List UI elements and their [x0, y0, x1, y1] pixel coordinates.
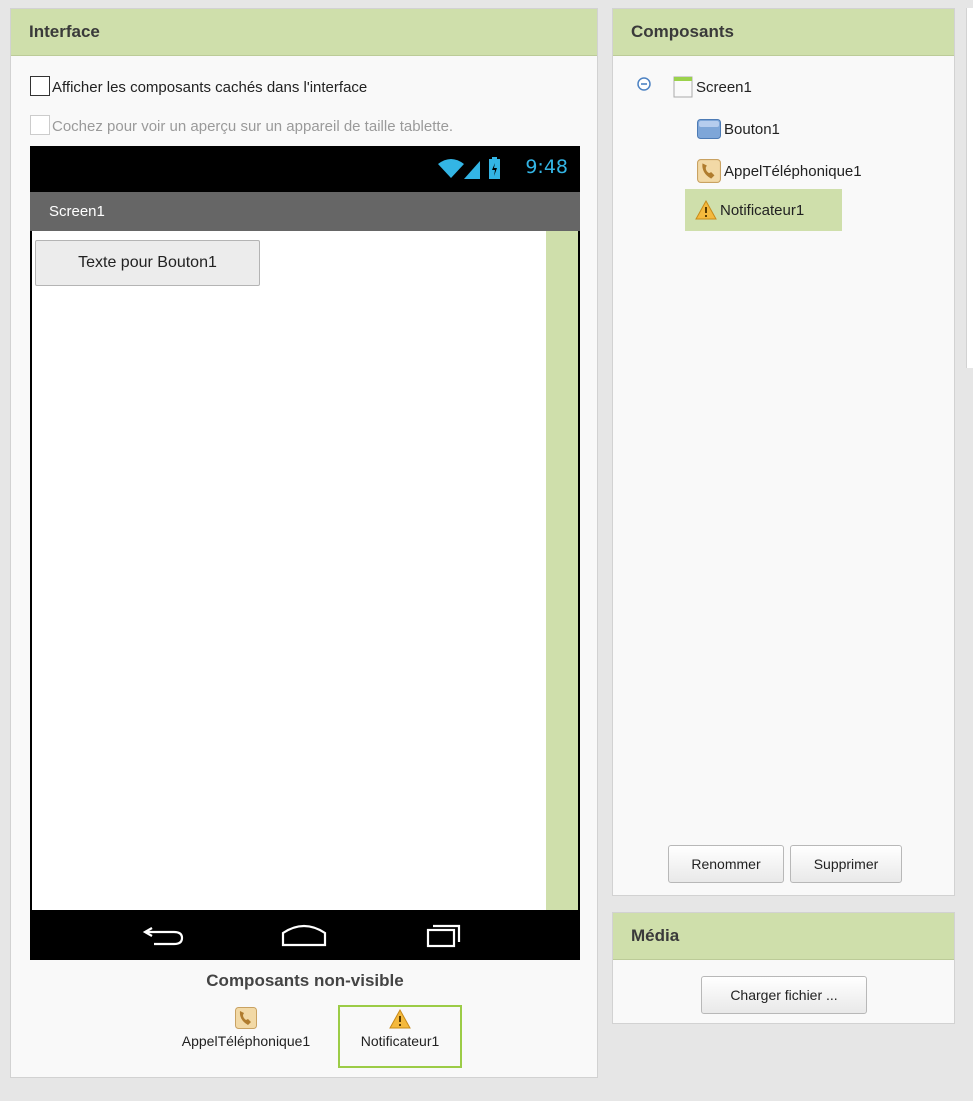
tree-node-label: AppelTéléphonique1 [724, 162, 862, 180]
signal-icon [464, 161, 480, 179]
tablet-preview-checkbox[interactable] [30, 115, 50, 135]
screen-scrollbar[interactable] [546, 231, 578, 910]
bouton1-preview[interactable]: Texte pour Bouton1 [35, 240, 260, 286]
non-visible-phonecall[interactable]: AppelTéléphonique1 [154, 1005, 338, 1049]
show-hidden-label: Afficher les composants cachés dans l'in… [52, 79, 368, 96]
media-panel-title: Média [613, 913, 954, 960]
warning-icon [389, 1009, 411, 1029]
status-time: 9:48 [525, 156, 568, 178]
screen-title-bar: Screen1 [30, 192, 580, 231]
screen-icon [673, 76, 693, 98]
phone-mockup: 9:48 Screen1 Texte pour Bouton1 [30, 146, 580, 960]
upload-file-button[interactable]: Charger fichier ... [701, 976, 867, 1014]
screen-canvas[interactable]: Texte pour Bouton1 [32, 231, 578, 910]
tablet-preview-row[interactable]: Cochez pour voir un aperçu sur un appare… [30, 115, 453, 135]
tree-node-label: Bouton1 [724, 120, 780, 138]
rename-button[interactable]: Renommer [668, 845, 784, 883]
battery-icon [489, 157, 500, 179]
tablet-preview-label: Cochez pour voir un aperçu sur un appare… [52, 118, 454, 135]
tree-node-screen1[interactable]: Screen1 [673, 75, 752, 99]
non-visible-notifier[interactable]: Notificateur1 [338, 1005, 462, 1068]
viewer-panel-title: Interface [11, 9, 597, 56]
button-icon [697, 119, 721, 139]
tree-node-label: Notificateur1 [720, 201, 805, 219]
non-visible-notifier-label: Notificateur1 [360, 1033, 440, 1049]
non-visible-phonecall-label: AppelTéléphonique1 [181, 1033, 311, 1049]
properties-panel-edge [966, 8, 973, 368]
media-panel: Média Charger fichier ... [612, 912, 955, 1024]
viewer-panel: Interface Afficher les composants cachés… [10, 8, 598, 1078]
tree-node-appeltelephonique1[interactable]: AppelTéléphonique1 [697, 157, 862, 185]
recent-apps-icon [426, 924, 461, 948]
phone-nav-bar [30, 910, 580, 960]
components-panel-title: Composants [613, 9, 954, 56]
non-visible-title: Composants non-visible [206, 971, 404, 990]
show-hidden-checkbox[interactable] [30, 76, 50, 96]
wifi-icon [438, 159, 464, 178]
collapse-toggle-icon[interactable] [637, 77, 651, 91]
tree-node-label: Screen1 [696, 78, 752, 96]
show-hidden-row[interactable]: Afficher les composants cachés dans l'in… [30, 76, 367, 96]
back-icon [142, 927, 184, 946]
home-icon [281, 924, 327, 947]
tree-node-bouton1[interactable]: Bouton1 [697, 117, 780, 141]
status-bar: 9:48 [30, 146, 580, 192]
tree-node-notificateur1[interactable]: Notificateur1 [685, 189, 842, 231]
components-panel: Composants Screen1 Bouton1 AppelTéléphon… [612, 8, 955, 896]
delete-button[interactable]: Supprimer [790, 845, 902, 883]
warning-icon [695, 200, 717, 220]
phone-call-icon [697, 159, 721, 183]
phone-call-icon [235, 1007, 257, 1029]
